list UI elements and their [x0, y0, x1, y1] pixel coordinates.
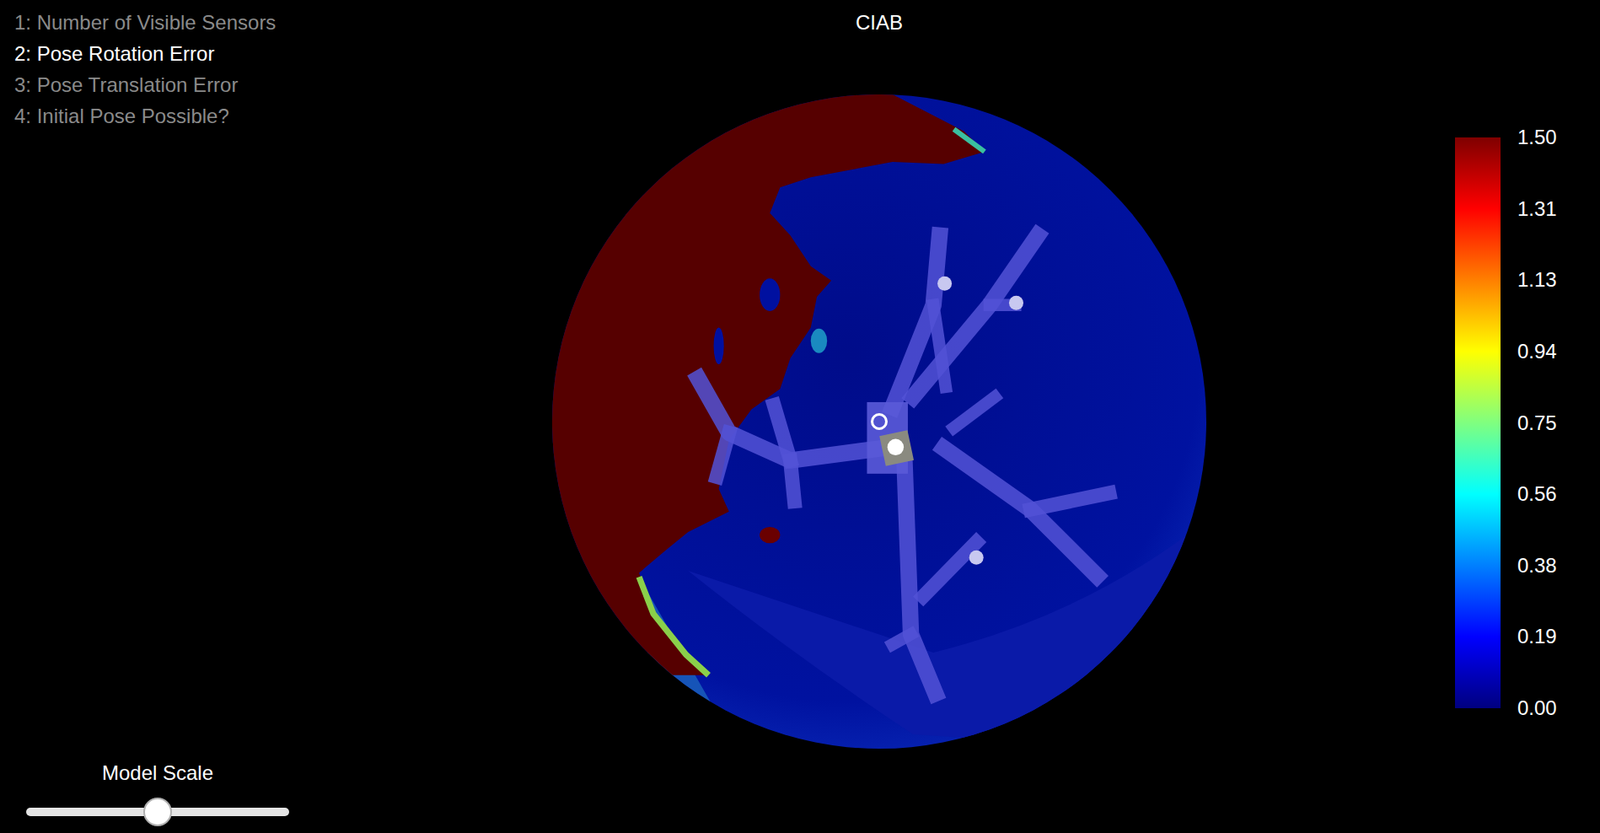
sensor-plate: [879, 429, 914, 467]
low-error-island: [759, 278, 780, 312]
colorbar-labels: 1.50 1.31 1.13 0.94 0.75 0.56 0.38 0.19 0.00: [1517, 125, 1558, 720]
sensor-marker: [937, 276, 952, 291]
model-beam: [923, 542, 977, 596]
model-scale-control: Model Scale: [14, 760, 293, 827]
colorbar-label: 0.56: [1517, 482, 1558, 506]
low-error-island: [714, 327, 725, 365]
model-beam: [954, 397, 996, 428]
sensor-marker: [1009, 295, 1024, 311]
metric-menu-item[interactable]: 4: Initial Pose Possible?: [14, 100, 304, 132]
metric-menu-item[interactable]: 1: Number of Visible Sensors: [14, 6, 304, 38]
high-error-region: [552, 94, 985, 735]
metric-menu-item[interactable]: 3: Pose Translation Error: [14, 69, 304, 101]
colorbar-label: 0.38: [1517, 553, 1558, 578]
sensor-marker: [887, 439, 904, 456]
model-beam: [912, 235, 1038, 398]
colorbar-label: 0.75: [1517, 411, 1558, 435]
sphere-container: [552, 94, 1207, 749]
shade-region: [687, 509, 1207, 749]
metric-menu-item[interactable]: 2: Pose Rotation Error: [14, 37, 304, 70]
model-beam: [773, 405, 790, 461]
transition-edge: [638, 576, 709, 675]
app-window: 1: Number of Visible Sensors2: Pose Rota…: [0, 0, 1600, 833]
colorbar-label: 1.50: [1517, 125, 1558, 150]
transition-edge: [954, 128, 985, 152]
model-beam: [892, 633, 912, 645]
model-beam: [790, 460, 795, 502]
metric-menu: 1: Number of Visible Sensors2: Pose Rota…: [14, 6, 304, 132]
high-error-island: [759, 526, 780, 543]
model-scale-slider[interactable]: [26, 797, 290, 827]
model-beam: [1030, 493, 1109, 510]
slider-label: Model Scale: [102, 760, 214, 786]
slider-thumb[interactable]: [143, 797, 172, 827]
error-sphere[interactable]: [552, 94, 1207, 749]
left-panel: 1: Number of Visible Sensors2: Pose Rota…: [0, 0, 304, 833]
colorbar: 1.50 1.31 1.13 0.94 0.75 0.56 0.38 0.19 0.00: [1455, 0, 1600, 833]
model-beam: [716, 432, 730, 477]
camera-marker: [872, 414, 887, 430]
colorbar-label: 0.00: [1517, 696, 1558, 720]
colorbar-label: 0.19: [1517, 624, 1558, 649]
colorbar-label: 0.94: [1517, 339, 1558, 364]
colorbar-gradient: [1455, 137, 1501, 709]
viewport[interactable]: CIAB: [303, 0, 1456, 833]
colorbar-label: 1.13: [1517, 268, 1558, 292]
mid-error-island: [810, 328, 827, 354]
sensor-marker: [969, 550, 984, 565]
view-title: CIAB: [855, 10, 903, 36]
colorbar-label: 1.31: [1517, 197, 1558, 221]
sensor-model: [697, 235, 1109, 693]
